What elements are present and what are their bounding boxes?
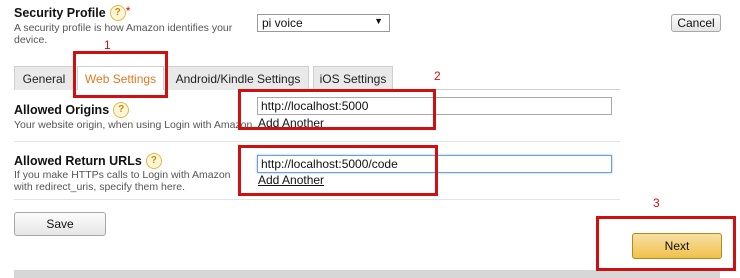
save-button[interactable]: Save xyxy=(14,212,106,236)
bottom-bar xyxy=(14,270,720,278)
help-icon[interactable]: ? xyxy=(109,4,126,21)
help-icon[interactable]: ? xyxy=(113,101,130,118)
security-profile-select[interactable]: pi voice ▼ xyxy=(257,14,390,32)
annotation-number-2: 2 xyxy=(434,69,441,83)
security-profile-description: A security profile is how Amazon identif… xyxy=(14,22,233,46)
allowed-origins-label: Allowed Origins xyxy=(14,103,110,117)
tab-android-kindle-settings[interactable]: Android/Kindle Settings xyxy=(167,66,309,90)
allowed-return-urls-description: If you make HTTPs calls to Login with Am… xyxy=(14,169,231,193)
allowed-origins-description: Your website origin, when using Login wi… xyxy=(14,119,253,131)
help-icon[interactable]: ? xyxy=(145,152,162,169)
allowed-return-urls-row: Allowed Return URLs? xyxy=(14,152,162,170)
section-divider xyxy=(14,141,620,142)
tab-general[interactable]: General xyxy=(14,66,74,90)
annotation-box-3 xyxy=(238,145,438,196)
security-profile-row: Security Profile? * xyxy=(14,4,130,22)
security-profile-selected: pi voice xyxy=(262,16,303,30)
tab-ios-settings[interactable]: iOS Settings xyxy=(313,66,393,90)
cancel-button[interactable]: Cancel xyxy=(671,14,721,32)
chevron-down-icon: ▼ xyxy=(374,16,383,26)
annotation-box-1 xyxy=(73,51,168,98)
allowed-origins-row: Allowed Origins? xyxy=(14,101,130,119)
annotation-box-next xyxy=(596,216,736,271)
required-mark: * xyxy=(125,4,131,18)
allowed-return-urls-label: Allowed Return URLs xyxy=(14,154,142,168)
security-profile-label: Security Profile xyxy=(14,6,106,20)
section-divider xyxy=(14,199,620,200)
annotation-box-2 xyxy=(238,89,436,130)
annotation-number-1: 1 xyxy=(104,38,111,52)
annotation-number-3: 3 xyxy=(653,196,660,210)
